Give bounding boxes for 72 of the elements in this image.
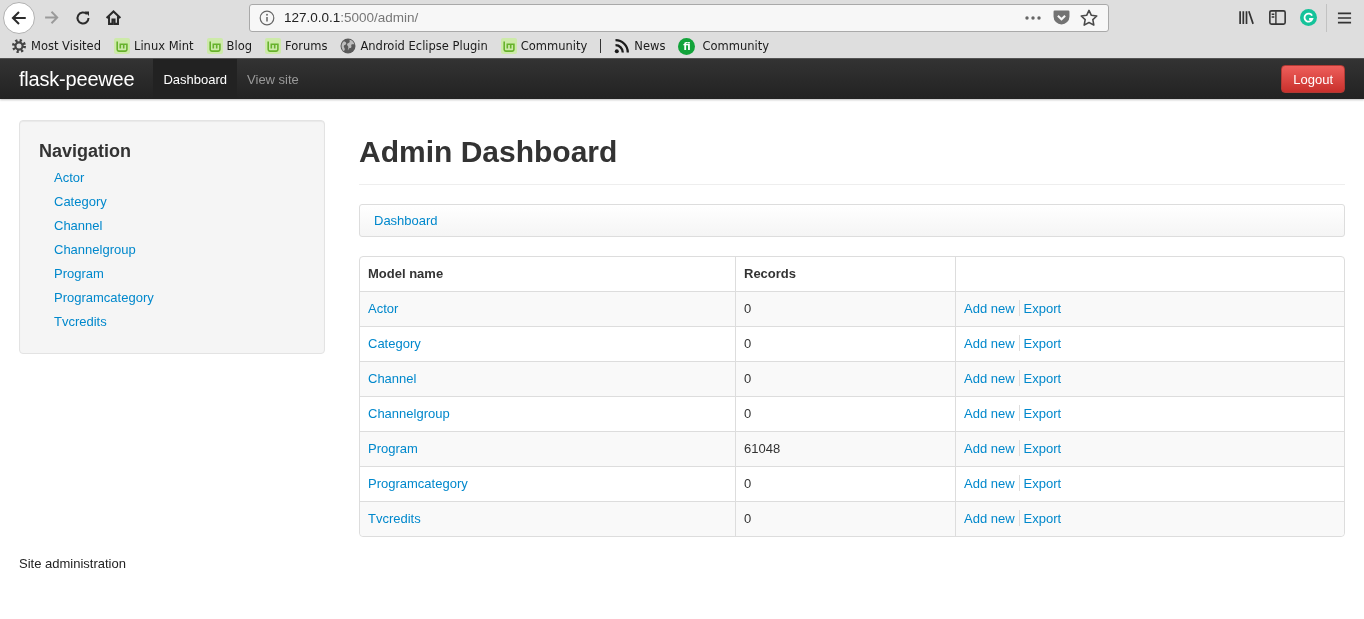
library-icon — [1238, 9, 1255, 26]
dots-icon — [1025, 15, 1041, 20]
shield-chevron-icon — [1052, 9, 1070, 26]
sidebar-link[interactable]: Actor — [54, 166, 85, 190]
favicon-icon — [500, 38, 517, 54]
model-link[interactable]: Tvcredits — [368, 511, 421, 526]
model-link[interactable]: Channel — [368, 371, 417, 386]
gear-icon — [11, 38, 27, 54]
back-icon — [10, 8, 28, 27]
rss-icon — [614, 38, 631, 54]
home-icon — [105, 9, 122, 26]
circle-logo-icon — [1300, 9, 1317, 26]
address-field[interactable]: 127.0.0.1:5000/admin/ — [249, 3, 1109, 32]
model-link[interactable]: Program — [368, 441, 418, 456]
page-title: Admin Dashboard — [359, 134, 619, 170]
favicon-icon — [114, 38, 130, 54]
sidebar-link[interactable]: Channelgroup — [54, 238, 136, 262]
bookmark-item[interactable]: fi Community — [678, 36, 769, 56]
action-link[interactable]: Add new — [964, 371, 1015, 386]
footer-text: Site administration — [19, 555, 127, 573]
sidebar-title: Navigation — [39, 140, 132, 162]
brand-link[interactable]: flask-peewee — [19, 59, 135, 99]
nav-link[interactable]: Dashboard — [153, 59, 238, 99]
action-link[interactable]: Add new — [964, 511, 1015, 526]
sidebar-link[interactable]: Category — [54, 190, 107, 214]
forward-icon — [43, 9, 60, 26]
bookmark-item[interactable]: Blog — [206, 36, 252, 56]
bookmark-item[interactable]: News — [614, 36, 666, 56]
menu-icon — [1337, 10, 1352, 25]
back-button[interactable] — [3, 1, 35, 34]
bookmark-item[interactable]: Linux Mint — [114, 36, 194, 56]
model-link[interactable]: Actor — [368, 301, 399, 316]
action-link[interactable]: Add new — [964, 476, 1015, 491]
url-text: 127.0.0.1:5000/admin/ — [284, 10, 419, 25]
action-link[interactable]: Add new — [964, 301, 1015, 316]
star-icon — [1080, 8, 1098, 27]
action-link[interactable]: Export — [1023, 301, 1062, 316]
logo-badge: fi — [678, 37, 696, 55]
action-link[interactable]: Add new — [964, 406, 1015, 421]
model-link[interactable]: Programcategory — [368, 476, 468, 491]
globe-icon — [340, 38, 357, 54]
sidebar-icon — [1269, 10, 1286, 25]
bookmark-item[interactable]: Community — [500, 36, 588, 56]
bookmark-item[interactable]: Forums — [265, 36, 328, 56]
nav-link[interactable]: View site — [237, 59, 309, 99]
column-header: Model name — [367, 265, 445, 283]
table-cell: 61048 — [735, 431, 955, 466]
model-link[interactable]: Channelgroup — [368, 406, 450, 421]
action-link[interactable]: Export — [1023, 336, 1062, 351]
breadcrumb-link[interactable]: Dashboard — [374, 212, 438, 230]
action-link[interactable]: Add new — [964, 441, 1015, 456]
sidebar-link[interactable]: Channel — [54, 214, 103, 238]
favicon-icon — [206, 38, 223, 54]
action-link[interactable]: Export — [1023, 441, 1062, 456]
logout-button[interactable]: Logout — [1281, 65, 1345, 93]
action-link[interactable]: Export — [1023, 371, 1062, 386]
action-link[interactable]: Add new — [964, 336, 1015, 351]
action-link[interactable]: Export — [1023, 406, 1062, 421]
reload-icon — [74, 9, 91, 26]
table-cell: 0 — [735, 501, 955, 536]
table-cell: 0 — [735, 291, 955, 326]
table-cell: 0 — [735, 361, 955, 396]
sidebar-link[interactable]: Programcategory — [54, 286, 154, 310]
action-link[interactable]: Export — [1023, 476, 1062, 491]
bookmark-item[interactable]: Most Visited — [11, 36, 101, 56]
sidebar-link[interactable]: Tvcredits — [54, 310, 107, 334]
info-icon — [259, 9, 275, 26]
action-link[interactable]: Export — [1023, 511, 1062, 526]
model-link[interactable]: Category — [368, 336, 421, 351]
bookmark-item[interactable]: Android Eclipse Plugin — [340, 36, 488, 56]
sidebar-link[interactable]: Program — [54, 262, 104, 286]
favicon-icon — [265, 38, 281, 54]
